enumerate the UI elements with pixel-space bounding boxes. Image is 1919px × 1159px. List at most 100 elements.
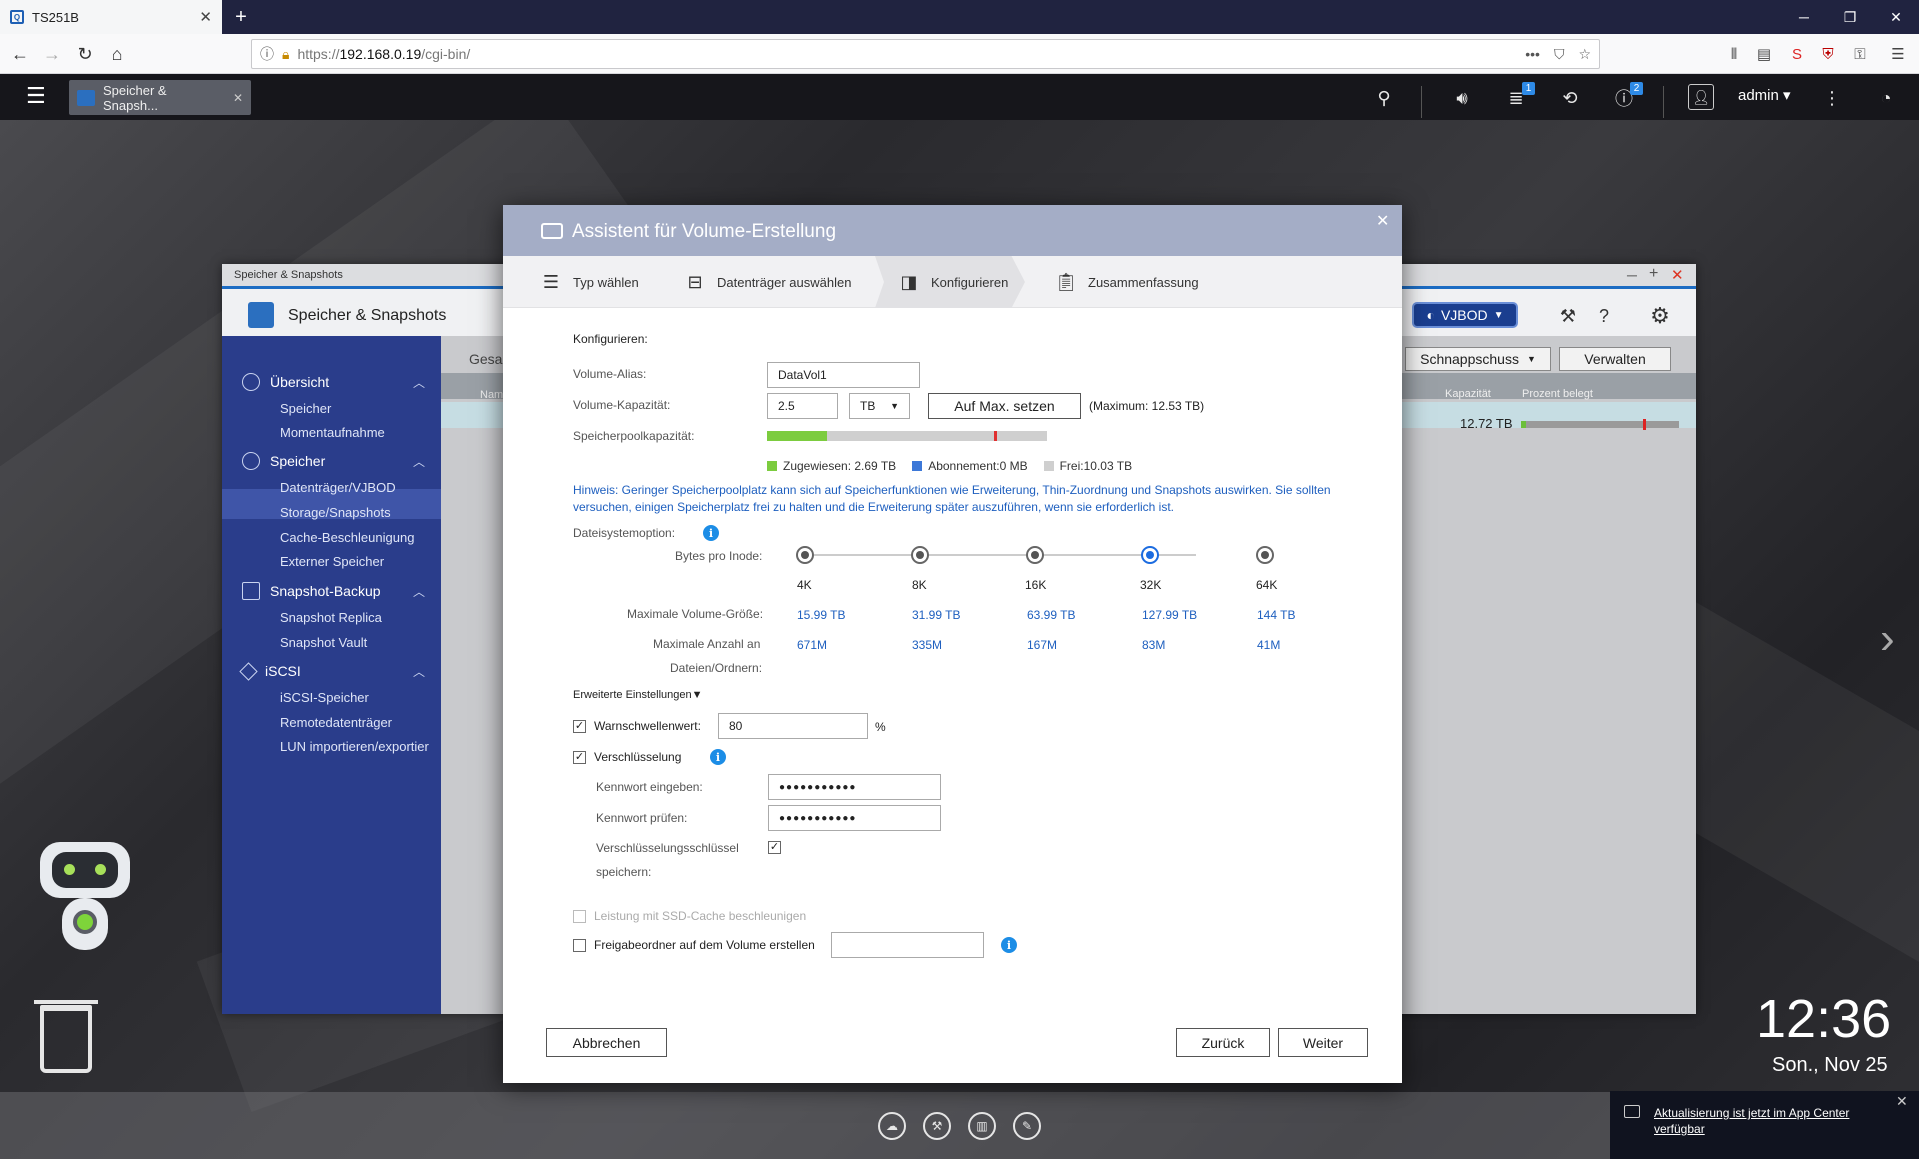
cloud-icon[interactable]: ☁ <box>878 1112 906 1140</box>
notification-close-icon[interactable]: ✕ <box>1896 1093 1908 1110</box>
qts-app-tab[interactable]: Speicher & Snapsh... ✕ <box>69 80 251 115</box>
snapshot-dropdown-button[interactable]: Schnappschuss ▼ <box>1405 347 1551 371</box>
back-arrow-icon[interactable]: ← <box>6 40 34 68</box>
sidebar-item-extern[interactable]: Externer Speicher <box>280 554 384 569</box>
bg-window-maximize[interactable]: + <box>1649 265 1658 283</box>
external-device-icon[interactable]: ⟲ <box>1556 84 1584 112</box>
bookmark-star-icon[interactable]: ☆ <box>1578 46 1591 63</box>
inode-radio-16k[interactable] <box>1026 546 1044 564</box>
manage-button[interactable]: Verwalten <box>1559 347 1671 371</box>
share-folder-label: Freigabeordner auf dem Volume erstellen <box>594 938 815 952</box>
bg-window-close[interactable]: ✕ <box>1671 266 1684 284</box>
back-button[interactable]: Zurück <box>1176 1028 1270 1057</box>
advanced-settings-toggle[interactable]: Erweiterte Einstellungen▼ <box>573 689 703 701</box>
sidebar-item-momentaufnahme[interactable]: Momentaufnahme <box>280 425 385 440</box>
volume-icon[interactable]: 🔊︎ <box>1448 84 1476 112</box>
sidebar-item-remote-disk[interactable]: Remotedatenträger <box>280 715 392 730</box>
window-restore-button[interactable]: ❐ <box>1827 0 1873 34</box>
volume-capacity-input[interactable]: 2.5 <box>767 393 838 419</box>
site-info-icon[interactable]: ⓘ <box>260 44 274 64</box>
forward-arrow-icon[interactable]: → <box>38 40 66 68</box>
sidebar-item-speicher[interactable]: Speicher <box>280 401 331 416</box>
browser-tab[interactable]: Q TS251B ✕ <box>0 0 222 34</box>
password-verify-input[interactable]: ●●●●●●●●●●● <box>768 805 941 831</box>
page-actions-icon[interactable]: ••• <box>1525 46 1540 63</box>
sidebar-item-storage-snapshots[interactable]: Storage/Snapshots <box>280 505 391 520</box>
hammer-icon[interactable]: ⚒ <box>923 1112 951 1140</box>
user-menu[interactable]: admin ▾ <box>1738 86 1791 104</box>
share-folder-info-icon[interactable]: i <box>1001 937 1017 953</box>
encryption-checkbox[interactable]: ✓ <box>573 751 586 764</box>
ublock-shield-icon[interactable]: ⛨ <box>1816 42 1840 66</box>
sidebar-item-iscsi-storage[interactable]: iSCSI-Speicher <box>280 690 369 705</box>
warn-threshold-checkbox[interactable]: ✓ <box>573 720 586 733</box>
encryption-info-icon[interactable]: i <box>710 749 726 765</box>
sidebar-section-storage[interactable]: Speicher ︿ <box>242 450 425 472</box>
dashboard-gauge-icon[interactable]: ◔ <box>1872 84 1900 112</box>
iscsi-icon <box>239 661 258 681</box>
sidebar-section-snapshot-backup[interactable]: Snapshot-Backup ︿ <box>242 580 425 602</box>
search-icon[interactable]: ⚲ <box>1370 84 1398 112</box>
key-icon[interactable]: ⚿ <box>1848 42 1872 66</box>
sidebar-item-snapshot-replica[interactable]: Snapshot Replica <box>280 610 382 625</box>
sidebar-section-iscsi[interactable]: iSCSI ︿ <box>239 660 425 682</box>
wizard-close-icon[interactable]: ✕ <box>1376 211 1389 231</box>
sidebar-section-overview[interactable]: Übersicht ︿ <box>242 371 425 393</box>
bg-window-minimize[interactable]: ─ <box>1627 267 1637 283</box>
collapse-chevron-icon[interactable]: ︿ <box>413 374 425 391</box>
edit-icon[interactable]: ✎ <box>1013 1112 1041 1140</box>
sidebar-icon[interactable]: ▤ <box>1752 42 1776 66</box>
volume-alias-input[interactable]: DataVol1 <box>767 362 920 388</box>
next-button[interactable]: Weiter <box>1278 1028 1368 1057</box>
ssd-cache-checkbox[interactable] <box>573 910 586 923</box>
collapse-chevron-icon[interactable]: ︿ <box>413 663 425 680</box>
next-desktop-arrow-icon[interactable]: › <box>1880 614 1895 664</box>
share-folder-input[interactable] <box>831 932 984 958</box>
capacity-unit-select[interactable]: TB ▼ <box>849 393 910 419</box>
tools-icon[interactable]: ⚒ <box>1554 302 1582 330</box>
user-avatar-icon[interactable]: 👤︎ <box>1688 84 1714 110</box>
legend-subscription-swatch <box>912 461 923 471</box>
sidebar-item-lun-import[interactable]: LUN importieren/exportier <box>280 739 429 754</box>
library-icon[interactable]: ⫴ <box>1722 42 1746 66</box>
sidebar-item-datentraeger[interactable]: Datenträger/VJBOD <box>280 480 396 495</box>
password-input[interactable]: ●●●●●●●●●●● <box>768 774 941 800</box>
reload-icon[interactable]: ↻ <box>71 40 99 68</box>
collapse-chevron-icon[interactable]: ︿ <box>413 583 425 600</box>
sidebar-item-cache[interactable]: Cache-Beschleunigung <box>280 530 414 545</box>
trash-icon[interactable] <box>40 1005 92 1073</box>
help-icon[interactable]: ? <box>1590 302 1618 330</box>
extension-s-icon[interactable]: S <box>1785 42 1809 66</box>
vjbod-button[interactable]: ◐ VJBOD ▼ <box>1412 302 1518 328</box>
tab-close-icon[interactable]: ✕ <box>199 8 212 26</box>
sidebar-item-snapshot-vault[interactable]: Snapshot Vault <box>280 635 367 650</box>
cancel-button[interactable]: Abbrechen <box>546 1028 667 1057</box>
trash-lid <box>34 1000 98 1004</box>
collapse-chevron-icon[interactable]: ︿ <box>413 453 425 470</box>
hamburger-menu-icon[interactable]: ☰ <box>1886 42 1910 66</box>
settings-gear-icon[interactable]: ⚙ <box>1646 302 1674 330</box>
inode-radio-32k[interactable] <box>1141 546 1159 564</box>
home-icon[interactable]: ⌂ <box>103 40 131 68</box>
inode-radio-8k[interactable] <box>911 546 929 564</box>
update-notification[interactable]: Aktualisierung ist jetzt im App Center v… <box>1610 1091 1919 1159</box>
qts-tab-close-icon[interactable]: ✕ <box>233 91 243 105</box>
save-key-checkbox[interactable]: ✓ <box>768 841 781 854</box>
more-options-icon[interactable]: ⋮ <box>1818 84 1846 112</box>
inode-label-4k: 4K <box>797 578 812 592</box>
main-menu-icon[interactable]: ☰ <box>26 84 50 108</box>
window-minimize-button[interactable]: ─ <box>1781 0 1827 34</box>
fs-info-icon[interactable]: i <box>703 525 719 541</box>
url-bar[interactable]: ⓘ 🔒︎ https://192.168.0.19/cgi-bin/ ••• ⛉… <box>251 39 1600 69</box>
window-close-button[interactable]: ✕ <box>1873 0 1919 34</box>
new-tab-button[interactable]: + <box>228 0 254 34</box>
share-folder-checkbox[interactable] <box>573 939 586 952</box>
set-max-button[interactable]: Auf Max. setzen <box>928 393 1081 419</box>
inode-radio-4k[interactable] <box>796 546 814 564</box>
lock-warning-icon[interactable]: 🔒︎ <box>282 46 289 63</box>
inode-radio-64k[interactable] <box>1256 546 1274 564</box>
warn-threshold-input[interactable]: 80 <box>718 713 868 739</box>
notification-link[interactable]: Aktualisierung ist jetzt im App Center v… <box>1654 1105 1894 1137</box>
pocket-icon[interactable]: ⛉ <box>1554 46 1565 63</box>
book-icon[interactable]: ▥ <box>968 1112 996 1140</box>
